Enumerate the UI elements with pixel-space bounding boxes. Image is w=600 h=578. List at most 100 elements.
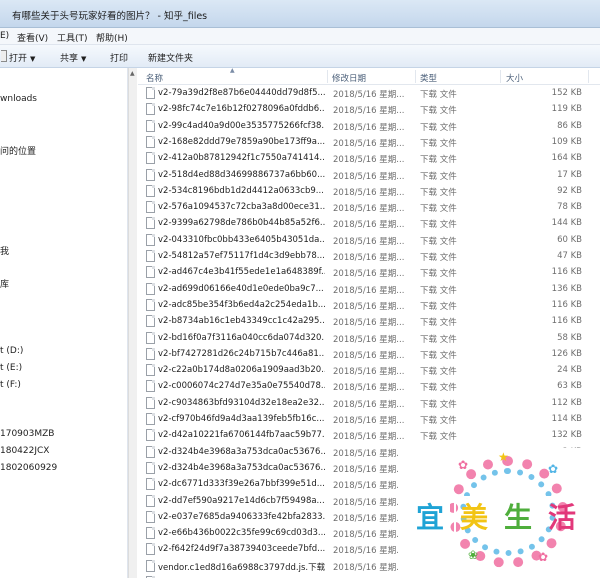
column-type[interactable]: 类型 [420, 72, 437, 84]
file-type: 下载 文件 [420, 220, 457, 231]
file-name: v2-412a0b87812942f1c7550a741414... [158, 153, 325, 164]
file-date: 2018/5/16 星期... [333, 383, 405, 394]
file-date: 2018/5/16 星期... [333, 106, 405, 117]
file-name: v2-adc85be354f3b6ed4a2c254eda1b... [158, 299, 325, 310]
scroll-up-icon[interactable]: ▲ [130, 70, 135, 77]
column-date[interactable]: 修改日期 [332, 72, 366, 84]
file-name: v2-c9034863bfd93104d32e18ea2e32... [158, 397, 325, 408]
file-icon [146, 103, 155, 116]
file-type: 下载 文件 [420, 432, 457, 443]
file-type: 下载 文件 [420, 187, 457, 198]
file-type: 下载 文件 [420, 253, 457, 263]
list-item[interactable]: v2-c9034863bfd93104d32e18ea2e32... 2018/5… [138, 395, 600, 411]
file-date: 2018/5/16 星期... [333, 301, 405, 312]
file-size: 132 KB [551, 430, 582, 441]
column-size[interactable]: 大小 [506, 72, 523, 84]
file-icon [146, 168, 155, 181]
nav-item-network-1[interactable]: 170903MZB [0, 429, 54, 439]
list-item[interactable]: v2-d42a10221fa6706144fb7aac59b77... 2018/… [138, 427, 600, 443]
list-item[interactable]: v2-79a39d2f8e87b6e04440dd79d8f5... 2018/5… [138, 85, 600, 101]
print-button[interactable]: 打印 [110, 51, 128, 64]
menu-help[interactable]: 帮助(H) [96, 31, 128, 44]
list-item[interactable]: v2-168e82ddd79e7859a90be173ff9a... 2018/5… [138, 134, 600, 150]
list-item[interactable]: v2-ad699d06166e40d1e0ede0ba9c7... 2018/5/… [138, 281, 600, 297]
nav-item-recent-places[interactable]: 问的位置 [0, 144, 36, 157]
list-item[interactable]: v2-bf7427281d26c24b715b7c446a81... 2018/5… [138, 346, 600, 362]
list-item[interactable]: v2-54812a57ef75117f1d4c3d9ebb78... 2018/5… [138, 248, 600, 264]
list-item[interactable]: v2-99c4ad40a9d00e3535775266fcf38... 2018/… [138, 118, 600, 134]
list-item[interactable]: v2-576a1094537c72cba3a8d00ece31... 2018/5… [138, 199, 600, 215]
list-item[interactable]: v2-98fc74c7e16b12f0278096a0fddb6... 2018/… [138, 101, 600, 117]
file-name: v2-dc6771d333f39e26a7bbf399e51d... [158, 479, 325, 490]
open-button[interactable]: 打开 ▼ [9, 51, 35, 64]
file-name: v2-bf7427281d26c24b715b7c446a81... [158, 348, 325, 359]
file-type: 下载 文件 [420, 138, 457, 149]
file-date: 2018/5/16 星期... [333, 171, 405, 182]
list-item[interactable]: v2-534c8196bdb1d2d4412a0633cb9... 2018/5/… [138, 183, 600, 199]
chevron-down-icon: ▼ [81, 55, 87, 63]
file-date: 2018/5/16 星期... [333, 416, 405, 426]
file-name: v2-99c4ad40a9d00e3535775266fcf38... [158, 120, 325, 131]
logo-char-3: 生 [498, 496, 538, 536]
file-type: 下载 文件 [420, 367, 457, 378]
nav-item-drive-e[interactable]: t (E:) [0, 363, 22, 373]
menu-edit[interactable]: E) [0, 31, 9, 41]
nav-item-network-3[interactable]: 1802060929 [0, 463, 57, 473]
menu-tools[interactable]: 工具(T) [57, 31, 88, 44]
column-separator[interactable] [500, 70, 501, 83]
list-item[interactable]: v2-043310fbc0bb433e6405b43051da... 2018/5… [138, 232, 600, 248]
file-type: 下载 文件 [420, 204, 457, 215]
column-separator[interactable] [588, 70, 589, 83]
file-icon [146, 184, 155, 197]
nav-item[interactable]: 我 [0, 244, 9, 257]
list-item[interactable]: v2-518d4ed88d34699886737a6bb60... 2018/5/… [138, 167, 600, 183]
file-size: 119 KB [551, 104, 582, 115]
nav-item-drive-f[interactable]: t (F:) [0, 380, 21, 390]
file-type: 下载 文件 [420, 285, 457, 296]
nav-item-network-2[interactable]: 180422JCX [0, 446, 49, 456]
nav-item-drive-d[interactable]: t (D:) [0, 346, 23, 356]
column-separator[interactable] [415, 70, 416, 83]
nav-item-library[interactable]: 库 [0, 277, 9, 290]
file-icon [146, 201, 155, 214]
file-size: 116 KB [551, 267, 582, 278]
file-date: 2018/5/16 星期... [333, 334, 405, 345]
column-header: ▲ 名称 修改日期 类型 大小 [138, 67, 600, 85]
file-date: 2018/5/16 星期... [333, 269, 405, 280]
column-name[interactable]: 名称 [146, 72, 163, 84]
list-item[interactable]: v2-bd16f0a7f3116a040cc6da074d320... 2018/… [138, 330, 600, 346]
file-name: v2-bd16f0a7f3116a040cc6da074d320... [158, 332, 325, 343]
file-date: 2018/5/16 星期... [333, 204, 405, 215]
nav-scrollbar[interactable]: ▲ [128, 68, 137, 578]
file-date: 2018/5/16 星期... [333, 285, 405, 296]
chevron-down-icon: ▼ [30, 55, 36, 63]
column-separator[interactable] [327, 70, 328, 83]
file-name: v2-cf970b46fd9a4d3aa139feb5fb16c... [158, 414, 325, 424]
list-item[interactable]: v2-c0006074c274d7e35a0e75540d78... 2018/5… [138, 378, 600, 394]
file-type: 下载 文件 [420, 334, 457, 345]
file-icon [146, 413, 155, 425]
navigation-pane: wnloads 问的位置 我 库 t (D:) t (E:) t (F:) 17… [0, 68, 128, 578]
menu-view[interactable]: 查看(V) [17, 31, 48, 44]
list-item[interactable]: v2-cf970b46fd9a4d3aa139feb5fb16c... 2018/… [138, 411, 600, 427]
list-item[interactable]: v2-c22a0b174d8a0206a1909aad3b20... 2018/5… [138, 362, 600, 378]
file-type: 下载 文件 [420, 269, 457, 280]
share-button[interactable]: 共享 ▼ [60, 51, 86, 64]
list-item[interactable]: v2-412a0b87812942f1c7550a741414... 2018/5… [138, 150, 600, 166]
file-name: v2-e037e7685da9406333fe42bfa2833... [158, 511, 325, 522]
list-item[interactable]: v2-9399a62798de786b0b44b85a52f6... 2018/5… [138, 215, 600, 231]
list-item[interactable]: v2-adc85be354f3b6ed4a2c254eda1b... 2018/5… [138, 297, 600, 313]
nav-item-downloads[interactable]: wnloads [0, 94, 37, 104]
file-name: v2-dd7ef590a9217e14d6cb7f59498a... [158, 495, 325, 506]
file-size: 164 KB [551, 153, 582, 164]
new-folder-button[interactable]: 新建文件夹 [148, 51, 193, 64]
file-icon [146, 282, 155, 295]
file-icon [146, 478, 155, 491]
file-size: 116 KB [551, 316, 582, 327]
file-size: 109 KB [551, 136, 582, 147]
list-item[interactable]: v2-b8734ab16c1eb43349cc1c42a295... 2018/5… [138, 313, 600, 329]
file-size: 136 KB [551, 283, 582, 294]
file-name: v2-518d4ed88d34699886737a6bb60... [158, 169, 325, 180]
file-icon [146, 527, 155, 540]
list-item[interactable]: v2-ad467c4e3b41f55ede1e1a648389f... 2018/… [138, 264, 600, 280]
